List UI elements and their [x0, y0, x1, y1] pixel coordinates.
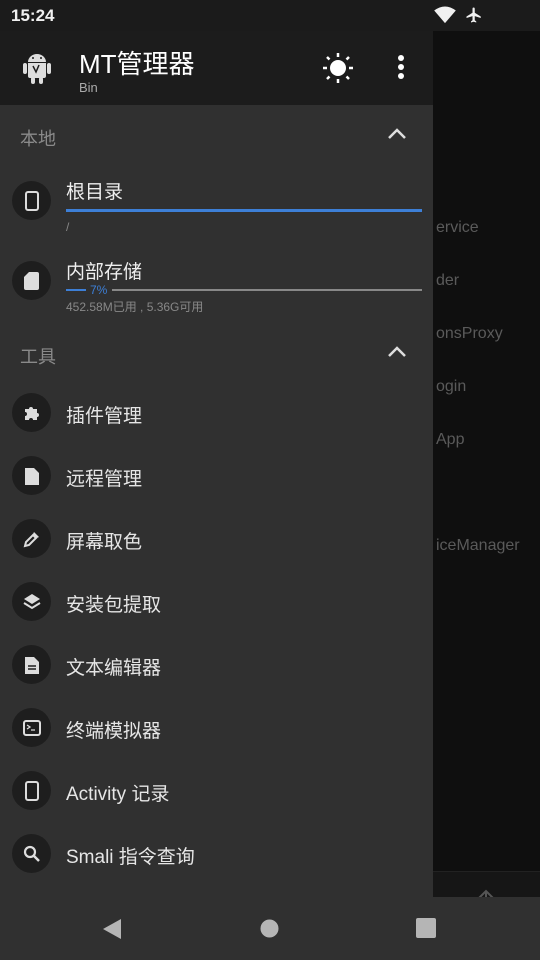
- tool-label: 插件管理: [66, 406, 143, 427]
- location-root[interactable]: 根目录 /: [0, 163, 433, 243]
- icon-circle: [12, 771, 51, 810]
- tool-text-editor[interactable]: 文本编辑器: [0, 633, 433, 696]
- bg-item[interactable]: ogin: [436, 378, 466, 396]
- icon-circle: [12, 519, 51, 558]
- tool-plugin-manager[interactable]: 插件管理: [0, 381, 433, 444]
- section-title: 工具: [20, 347, 56, 367]
- tool-remote-manager[interactable]: 远程管理: [0, 444, 433, 507]
- location-name: 内部存储: [66, 262, 143, 283]
- tool-smali-lookup[interactable]: Smali 指令查询: [0, 822, 433, 885]
- tool-apk-extract[interactable]: 安装包提取: [0, 570, 433, 633]
- tool-label: 安装包提取: [66, 595, 162, 616]
- brightness-icon[interactable]: [322, 52, 354, 84]
- tool-label: Activity 记录: [66, 784, 170, 805]
- icon-circle: [12, 261, 51, 300]
- storage-usage: 452.58M已用 , 5.36G可用: [66, 300, 204, 314]
- document-icon: [24, 656, 39, 674]
- app-subtitle: Bin: [79, 80, 98, 95]
- selected-indicator: [66, 209, 422, 212]
- file-icon: [24, 467, 39, 485]
- tool-label: 终端模拟器: [66, 721, 162, 742]
- sd-card-icon: [24, 271, 39, 290]
- chevron-up-icon[interactable]: [386, 345, 408, 359]
- bg-item[interactable]: iceManager: [436, 537, 520, 555]
- icon-circle: [12, 582, 51, 621]
- terminal-icon: [22, 719, 41, 736]
- section-title: 本地: [20, 129, 56, 149]
- tool-label: 屏幕取色: [66, 532, 143, 553]
- icon-circle: [12, 708, 51, 747]
- eyedropper-icon: [23, 531, 39, 547]
- section-local[interactable]: 本地: [0, 105, 433, 163]
- tool-label: 远程管理: [66, 469, 143, 490]
- icon-circle: [12, 456, 51, 495]
- tool-label: Smali 指令查询: [66, 847, 195, 868]
- location-internal-storage[interactable]: 内部存储 7% 452.58M已用 , 5.36G可用: [0, 243, 433, 323]
- more-icon[interactable]: [390, 53, 412, 81]
- wifi-icon: [434, 6, 456, 24]
- android-icon: [23, 54, 51, 84]
- back-icon[interactable]: [102, 918, 122, 940]
- location-path: /: [66, 220, 70, 234]
- storage-progress: 7%: [66, 283, 422, 297]
- phone-icon: [24, 190, 39, 211]
- system-nav-bar: [0, 897, 540, 960]
- app-title: MT管理器: [79, 49, 195, 79]
- tool-activity-log[interactable]: Activity 记录: [0, 759, 433, 822]
- puzzle-icon: [24, 406, 39, 420]
- icon-circle: [12, 181, 51, 220]
- home-icon[interactable]: [260, 919, 279, 938]
- status-bar: 15:24: [0, 0, 540, 31]
- tool-color-picker[interactable]: 屏幕取色: [0, 507, 433, 570]
- drawer-header: MT管理器 Bin: [0, 31, 433, 105]
- tool-terminal[interactable]: 终端模拟器: [0, 696, 433, 759]
- chevron-up-icon[interactable]: [386, 127, 408, 141]
- bg-item[interactable]: ervice: [436, 219, 479, 237]
- icon-circle: [12, 393, 51, 432]
- storage-percent: 7%: [90, 283, 108, 297]
- bg-item[interactable]: onsProxy: [436, 325, 503, 343]
- tool-label: 文本编辑器: [66, 658, 162, 679]
- bg-item[interactable]: der: [436, 272, 459, 290]
- section-tools[interactable]: 工具: [0, 323, 433, 381]
- icon-circle: [12, 834, 51, 873]
- phone-icon: [24, 780, 39, 801]
- navigation-drawer: MT管理器 Bin 本地 根目录 / 内部存储 7% 452.58M已用 , 5…: [0, 31, 433, 897]
- icon-circle: [12, 645, 51, 684]
- search-icon: [23, 845, 40, 862]
- bg-item[interactable]: App: [436, 431, 464, 449]
- airplane-icon: [466, 7, 481, 23]
- location-name: 根目录: [66, 182, 124, 203]
- status-time: 15:24: [11, 6, 55, 25]
- recents-icon[interactable]: [416, 918, 436, 938]
- layers-icon: [22, 593, 41, 609]
